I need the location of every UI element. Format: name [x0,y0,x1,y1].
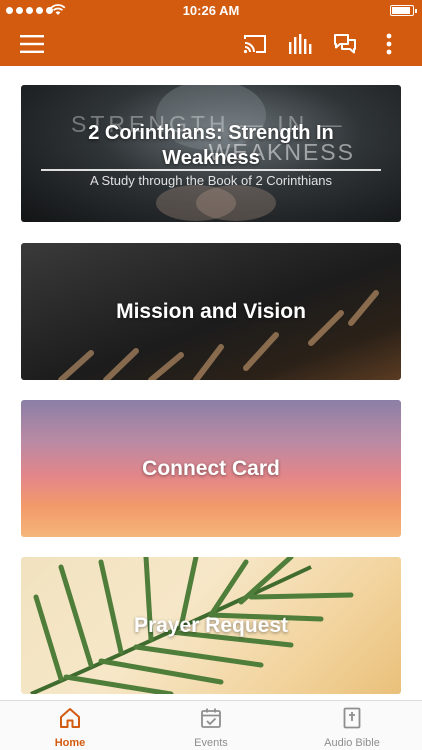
status-bar: 10:26 AM [0,0,422,22]
tab-bar: Home Events Audio Bible [0,700,422,750]
tab-label: Audio Bible [324,737,380,749]
chat-button[interactable] [327,26,363,62]
tab-audio-bible[interactable]: Audio Bible [282,701,422,750]
tab-label: Home [54,737,86,749]
cast-icon [243,35,266,54]
card-title: Prayer Request [133,613,289,637]
nav-bar [0,22,422,66]
menu-icon [20,35,44,53]
more-button[interactable] [371,26,407,62]
home-icon [60,708,80,728]
battery-icon [390,5,417,16]
card-mission-vision[interactable]: Mission and Vision [21,243,401,380]
bible-icon [343,707,361,729]
tab-events[interactable]: Events [141,701,281,750]
status-time: 10:26 AM [182,3,240,18]
calendar-check-icon [201,708,221,728]
audio-bars-icon [289,34,312,54]
audio-button[interactable] [282,26,318,62]
chat-icon [334,34,356,54]
more-vertical-icon [386,33,392,55]
card-subtitle: A Study through the Book of 2 Corinthian… [89,173,333,188]
card-title: Connect Card [142,456,280,480]
cast-button[interactable] [237,26,273,62]
tab-home[interactable]: Home [0,701,140,750]
menu-button[interactable] [14,26,50,62]
card-connect[interactable]: Connect Card [21,400,401,537]
card-title: Mission and Vision [116,299,306,323]
card-prayer-request[interactable]: Prayer Request [21,557,401,694]
top-bar: 10:26 AM [0,0,422,66]
card-title: 2 Corinthians: Strength In Weakness [88,122,334,169]
card-2-corinthians[interactable]: STRENGTH — IN — WEAKNESS 2 Corinthians: … [21,85,401,222]
tab-label: Events [194,737,228,749]
